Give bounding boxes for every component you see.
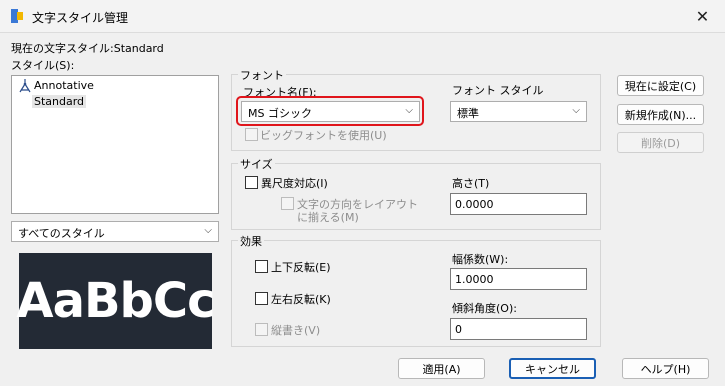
font-group-label: フォント (238, 67, 286, 83)
styles-label: スタイル(S): (11, 59, 75, 72)
oblique-angle-label: 傾斜角度(O): (452, 302, 517, 315)
current-style-label: 現在の文字スタイル:Standard (11, 42, 164, 55)
upside-down-checkbox[interactable] (255, 260, 268, 273)
bigfont-label: ビッグフォントを使用(U) (260, 129, 387, 142)
backwards-checkbox[interactable] (255, 292, 268, 305)
annotative-icon (19, 79, 31, 93)
list-item-selected[interactable]: Standard (32, 95, 87, 108)
backwards-label: 左右反転(K) (271, 293, 331, 306)
list-item[interactable]: Annotative (34, 79, 94, 92)
help-button[interactable]: ヘルプ(H) (622, 358, 709, 379)
new-button[interactable]: 新規作成(N)... (617, 104, 704, 125)
style-filter-dropdown[interactable]: すべてのスタイル ⌵ (11, 221, 219, 242)
height-input[interactable]: 0.0000 (450, 193, 587, 215)
app-icon (11, 9, 23, 23)
size-group-label: サイズ (238, 156, 275, 172)
bigfont-checkbox[interactable] (245, 128, 258, 141)
width-factor-label: 幅係数(W): (452, 253, 509, 266)
annotative-label: 異尺度対応(I) (261, 177, 328, 190)
upside-down-label: 上下反転(E) (271, 261, 331, 274)
set-current-button[interactable]: 現在に設定(C) (617, 75, 704, 96)
vertical-checkbox[interactable] (255, 323, 268, 336)
chevron-down-icon: ⌵ (572, 105, 580, 116)
width-factor-input[interactable]: 1.0000 (450, 268, 587, 290)
preview-pane: AaBbCc (16, 253, 216, 349)
oblique-angle-value: 0 (455, 323, 462, 336)
style-filter-value: すべてのスタイル (18, 227, 105, 240)
width-factor-value: 1.0000 (455, 273, 494, 286)
vertical-label: 縦書き(V) (271, 324, 321, 337)
close-button[interactable]: ✕ (680, 0, 725, 32)
font-style-value: 標準 (457, 107, 479, 120)
annotative-checkbox[interactable] (245, 176, 258, 189)
chevron-down-icon: ⌵ (204, 225, 212, 236)
font-style-label: フォント スタイル (452, 84, 544, 97)
window-title: 文字スタイル管理 (32, 11, 129, 25)
title-bar: 文字スタイル管理 ✕ (0, 0, 725, 33)
match-orientation-label-line2: に揃える(M) (297, 211, 359, 224)
delete-button[interactable]: 削除(D) (617, 132, 704, 153)
cancel-button[interactable]: キャンセル (509, 358, 596, 379)
effects-group-label: 効果 (238, 233, 264, 249)
height-value: 0.0000 (455, 198, 494, 211)
highlight-box (236, 96, 424, 126)
styles-listbox[interactable]: Annotative Standard (11, 75, 219, 214)
height-label: 高さ(T) (452, 177, 490, 190)
apply-button[interactable]: 適用(A) (398, 358, 485, 379)
font-style-dropdown[interactable]: 標準 ⌵ (450, 101, 587, 122)
match-orientation-checkbox[interactable] (281, 197, 294, 210)
oblique-angle-input[interactable]: 0 (450, 318, 587, 340)
